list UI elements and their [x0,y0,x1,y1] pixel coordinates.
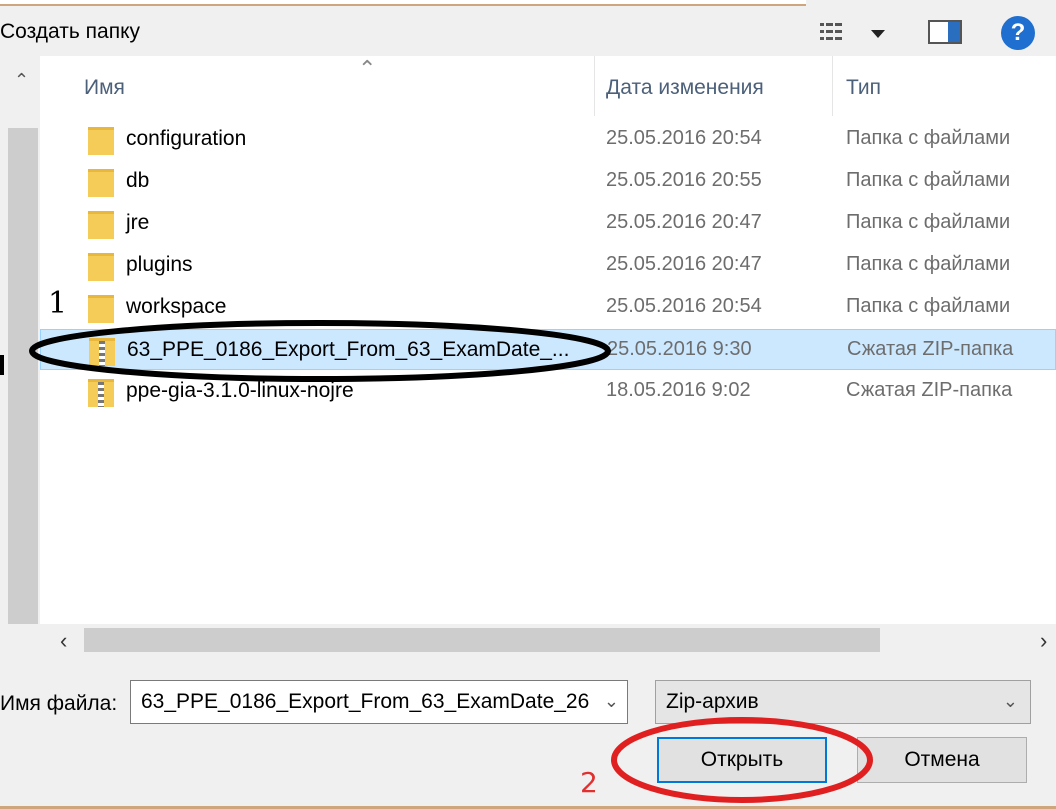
file-date: 25.05.2016 9:30 [607,338,752,360]
folder-icon [88,169,114,197]
column-divider[interactable] [832,56,833,116]
view-dropdown-icon[interactable] [871,30,885,38]
filename-value: 63_PPE_0186_Export_From_63_ExamDate_26 [141,690,589,713]
list-item[interactable]: jre 25.05.2016 20:47 Папка с файлами [40,203,1056,244]
background-edge-mark [0,355,4,375]
file-date: 25.05.2016 20:55 [606,169,762,191]
filetype-select[interactable]: Zip-архив ⌄ [655,680,1031,724]
view-options-icon[interactable] [820,22,844,42]
column-type-header[interactable]: Тип [846,76,881,100]
folder-icon [88,127,114,155]
toolbar: Создать папку ? [0,6,1056,56]
file-type: Папка с файлами [846,127,1011,149]
column-header: ⌃ Имя Дата изменения Тип [40,56,1056,118]
sort-ascending-icon: ⌃ [358,56,377,81]
file-type: Папка с файлами [846,295,1011,317]
chevron-down-icon[interactable]: ⌄ [1003,691,1018,712]
file-name: plugins [126,253,193,276]
list-item[interactable]: workspace 25.05.2016 20:54 Папка с файла… [40,287,1056,328]
file-name: ppe-gia-3.1.0-linux-nojre [126,379,354,402]
zip-icon [88,379,114,407]
column-date-header[interactable]: Дата изменения [606,76,764,100]
column-divider[interactable] [594,56,595,116]
chevron-down-icon[interactable]: ⌄ [604,691,619,712]
filename-label: Имя файла: [0,692,118,715]
list-item[interactable]: configuration 25.05.2016 20:54 Папка с ф… [40,119,1056,160]
file-type: Сжатая ZIP-папка [847,338,1014,360]
file-name: db [126,169,150,192]
column-name-header[interactable]: Имя [84,76,125,100]
file-date: 25.05.2016 20:47 [606,253,762,275]
folder-icon [88,295,114,323]
horizontal-scroll-thumb[interactable] [84,628,880,652]
file-date: 25.05.2016 20:54 [606,295,762,317]
vertical-scroll-thumb[interactable] [8,128,38,638]
list-item[interactable]: ppe-gia-3.1.0-linux-nojre 18.05.2016 9:0… [40,371,1056,412]
scroll-up-icon[interactable]: ⌃ [14,70,29,91]
file-date: 25.05.2016 20:47 [606,211,762,233]
scroll-right-icon[interactable]: › [1040,628,1047,654]
folder-icon [88,211,114,239]
file-list-area: ⌃ ⌄ ⌃ Имя Дата изменения Тип configurati… [0,56,1056,656]
preview-pane-icon[interactable] [928,20,962,44]
dialog-footer: Имя файла: 63_PPE_0186_Export_From_63_Ex… [0,656,1056,809]
folder-icon [88,253,114,281]
file-type: Папка с файлами [846,169,1011,191]
file-type: Папка с файлами [846,253,1011,275]
cancel-button[interactable]: Отмена [857,737,1027,783]
annotation-step-1: 1 [48,286,68,321]
file-name: configuration [126,127,247,150]
filetype-value: Zip-архив [666,690,759,713]
list-item-selected[interactable]: 63_PPE_0186_Export_From_63_ExamDate_... … [40,329,1056,370]
file-name: jre [126,211,150,234]
open-button[interactable]: Открыть [657,737,827,783]
filename-input[interactable]: 63_PPE_0186_Export_From_63_ExamDate_26 ⌄ [130,680,628,724]
list-item[interactable]: db 25.05.2016 20:55 Папка с файлами [40,161,1056,202]
file-type: Сжатая ZIP-папка [846,379,1013,401]
scroll-left-icon[interactable]: ‹ [60,628,67,654]
file-name: workspace [126,295,227,318]
vertical-scrollbar[interactable]: ⌃ ⌄ [0,56,40,656]
annotation-step-2: 2 [580,766,598,799]
file-name: 63_PPE_0186_Export_From_63_ExamDate_... [127,338,570,361]
zip-icon [89,338,115,366]
file-date: 18.05.2016 9:02 [606,379,751,401]
file-date: 25.05.2016 20:54 [606,127,762,149]
list-item[interactable]: plugins 25.05.2016 20:47 Папка с файлами [40,245,1056,286]
horizontal-scrollbar[interactable]: ‹ › [0,624,1056,656]
file-type: Папка с файлами [846,211,1011,233]
help-icon[interactable]: ? [1001,16,1035,50]
new-folder-button[interactable]: Создать папку [0,20,140,44]
